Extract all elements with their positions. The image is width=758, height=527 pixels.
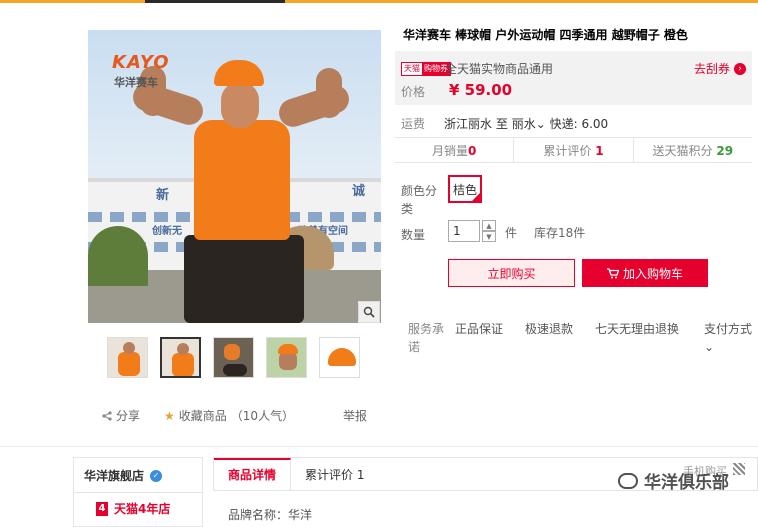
favorite-label: 收藏商品 [178, 409, 227, 423]
service-list: 正品保证 极速退款 七天无理由退换 [455, 320, 679, 337]
promo-tag-left: 天猫 [402, 63, 422, 75]
image-person-head [221, 82, 259, 128]
wechat-watermark: 华洋俱乐部 [618, 468, 729, 493]
cart-icon [606, 267, 619, 278]
favorite-button[interactable]: ★ 收藏商品 （10人气） [164, 407, 294, 424]
share-button[interactable]: 分享 [102, 407, 140, 424]
image-building-text: 诚 [352, 184, 366, 199]
price-value: ¥ 59.00 [449, 81, 513, 99]
top-accent-bar [0, 0, 758, 3]
image-person-legs [184, 235, 304, 323]
service-item[interactable]: 七天无理由退换 [595, 320, 679, 337]
stat-value: 1 [595, 144, 604, 158]
shop-years-label: 天猫4年店 [114, 502, 171, 516]
stat-label: 送天猫积分 [652, 144, 713, 158]
price-label: 价格 [401, 85, 426, 99]
shipping-from: 浙江丽水 [444, 117, 493, 131]
shipping-express: 快递: 6.00 [549, 117, 609, 131]
promo-tag: 天猫 购物券 [401, 62, 451, 76]
color-label: 颜色分类 [401, 184, 438, 216]
quantity-decrease-button[interactable]: ▼ [482, 231, 496, 242]
shipping-info: 浙江丽水 至 丽水⌄ 快递: 6.00 [444, 115, 608, 132]
stat-label: 累计评价 [543, 144, 592, 158]
shop-years-number: 4 [96, 501, 108, 516]
promo-text: 全天猫实物商品通用 [445, 62, 554, 76]
stat-monthly-sales: 月销量0 [395, 138, 515, 162]
chevron-down-icon: ⌄ [704, 340, 715, 354]
payment-label: 支付方式 [704, 322, 753, 336]
buy-now-button[interactable]: 立即购买 [448, 259, 575, 287]
stat-value: 0 [467, 144, 477, 158]
shop-name: 华洋旗舰店 [84, 469, 145, 483]
stat-value: 29 [716, 144, 734, 158]
magnifier-icon[interactable] [358, 301, 380, 323]
add-to-cart-button[interactable]: 加入购物车 [582, 259, 708, 287]
quantity-input[interactable] [448, 220, 480, 242]
top-accent-dark [145, 0, 285, 3]
brand-logo: KAYO [112, 52, 170, 73]
share-label: 分享 [116, 409, 141, 423]
qr-code-icon[interactable] [733, 463, 745, 475]
stock-count: 库存18件 [534, 226, 586, 240]
image-arm [316, 68, 342, 118]
verified-icon: ✓ [150, 469, 163, 482]
quantity-unit: 件 [505, 226, 518, 240]
favorite-count: （10人气） [230, 409, 295, 423]
thumbnail-image[interactable] [266, 337, 307, 378]
chevron-right-icon: › [734, 62, 746, 75]
image-trees [88, 226, 148, 286]
shop-years: 4 天猫4年店 [96, 500, 170, 517]
quantity-increase-button[interactable]: ▲ [482, 220, 496, 231]
shipping-destination: 丽水 [511, 117, 536, 131]
star-icon: ★ [164, 408, 175, 423]
image-person-shirt [194, 120, 290, 240]
add-to-cart-label: 加入购物车 [622, 266, 683, 281]
tab-product-detail[interactable]: 商品详情 [214, 458, 292, 490]
tab-reviews[interactable]: 累计评价 1 [291, 458, 378, 490]
section-divider [0, 446, 758, 447]
thumbnail-image-selected[interactable] [160, 337, 201, 378]
quantity-label: 数量 [401, 228, 426, 242]
shipping-label: 运费 [401, 117, 426, 131]
service-label: 服务承诺 [408, 322, 445, 354]
sales-stats: 月销量0 累计评价 1 送天猫积分 29 [395, 137, 752, 163]
share-icon [102, 410, 112, 421]
stat-points: 送天猫积分 29 [634, 138, 752, 162]
price-box: 天猫 购物券 全天猫实物商品通用 去刮券 › 价格 ¥ 59.00 [395, 51, 752, 105]
service-item[interactable]: 正品保证 [455, 320, 503, 337]
image-building-text: 新 [156, 188, 170, 203]
thumbnail-image[interactable] [319, 337, 360, 378]
stat-label: 月销量 [431, 144, 468, 158]
product-title: 华洋赛车 棒球帽 户外运动帽 四季通用 越野帽子 橙色 [403, 28, 688, 42]
detail-brand-line: 品牌名称：华洋 [228, 508, 313, 522]
quantity-stepper: ▲ ▼ [482, 220, 496, 242]
watermark-text: 华洋俱乐部 [644, 473, 729, 493]
service-item[interactable]: 极速退款 [525, 320, 573, 337]
payment-methods-toggle[interactable]: 支付方式 ⌄ [704, 320, 752, 356]
image-building-text: 创新无 [152, 226, 182, 237]
promo-coupon-label: 去刮券 [693, 62, 730, 76]
shipping-destination-select[interactable]: 丽水⌄ [512, 117, 546, 131]
stat-reviews[interactable]: 累计评价 1 [514, 138, 634, 162]
shop-divider [74, 492, 202, 493]
thumbnail-strip [107, 337, 360, 378]
wechat-icon [618, 472, 638, 489]
shop-name-link[interactable]: 华洋旗舰店 ✓ [84, 467, 163, 484]
shipping-to-word: 至 [495, 117, 508, 131]
thumbnail-image[interactable] [213, 337, 254, 378]
product-main-image[interactable]: 新 诚 创新无 改善有空间 KAYO 华洋赛车 [88, 30, 381, 323]
color-option-selected[interactable]: 桔色 [448, 175, 482, 203]
chevron-down-icon: ⌄ [535, 117, 546, 131]
thumbnail-image[interactable] [107, 337, 148, 378]
share-favorite-bar: 分享 ★ 收藏商品 （10人气） [102, 407, 294, 424]
report-link[interactable]: 举报 [343, 407, 367, 424]
promo-coupon-link[interactable]: 去刮券 › [694, 60, 746, 77]
brand-logo-sub: 华洋赛车 [114, 76, 158, 89]
